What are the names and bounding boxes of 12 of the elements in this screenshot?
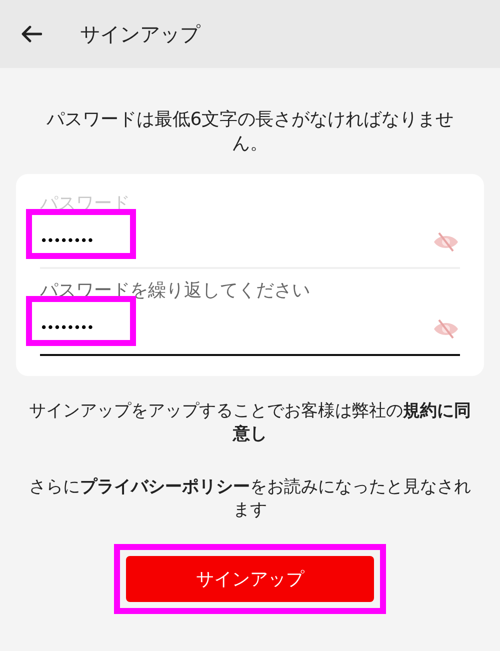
page-title: サインアップ [80, 21, 200, 48]
password-field[interactable]: •••••••• [40, 217, 460, 269]
field-value: •••••••• [40, 233, 94, 252]
back-arrow-icon[interactable] [20, 25, 42, 43]
hidden-eye-icon[interactable] [432, 231, 460, 253]
hidden-eye-icon[interactable] [432, 318, 460, 340]
terms-text: サインアップをアップすることでお客様は弊社の規約に同意し [28, 400, 472, 446]
field-value: •••••••• [40, 320, 94, 338]
terms-text: さらにプライバシーポリシーをお読みになったと見なされます [28, 476, 472, 522]
password-field[interactable]: •••••••• [40, 304, 460, 356]
password-notice: パスワードは最低6文字の長さがなければなりません。 [45, 108, 455, 156]
signup-button[interactable]: サインアップ [126, 556, 374, 602]
